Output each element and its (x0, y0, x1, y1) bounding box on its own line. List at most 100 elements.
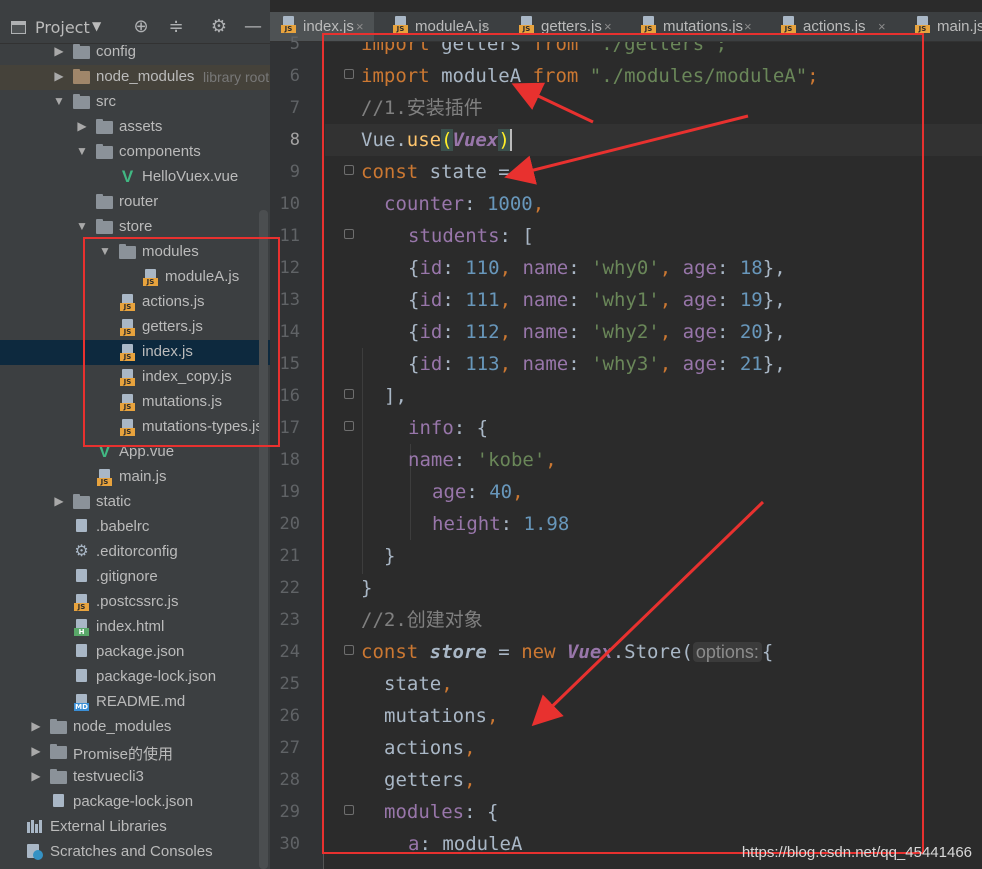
tree-item[interactable]: ▶ Promise的使用 (0, 740, 270, 765)
js-file-icon: JS (96, 469, 113, 486)
folder-icon (73, 94, 90, 109)
tree-item[interactable]: JS .postcssrc.js (0, 590, 270, 615)
tree-item[interactable]: MD README.md (0, 690, 270, 715)
fold-marker-icon[interactable] (344, 165, 354, 175)
js-file-icon: JS (392, 16, 409, 33)
tree-item[interactable]: Scratches and Consoles (0, 840, 270, 865)
collapsed-arrow-icon[interactable]: ▶ (52, 69, 66, 83)
tree-item[interactable]: ▼ src (0, 90, 270, 115)
tree-item-label: store (119, 218, 153, 235)
tree-item-label: package-lock.json (96, 668, 217, 685)
locate-target-icon[interactable]: ⊕ (130, 16, 152, 38)
line-number: 30 (279, 834, 300, 854)
close-tab-icon[interactable]: × (878, 19, 886, 34)
collapsed-arrow-icon[interactable]: ▶ (75, 119, 89, 133)
line-number: 23 (279, 610, 300, 630)
close-tab-icon[interactable]: × (604, 19, 612, 34)
tree-item[interactable]: JS main.js (0, 465, 270, 490)
tree-item-label: External Libraries (50, 818, 167, 835)
collapsed-arrow-icon[interactable]: ▶ (52, 494, 66, 508)
tree-item-label: package.json (96, 643, 185, 660)
config-file-icon (73, 519, 90, 536)
line-number: 9 (289, 162, 300, 182)
tree-item[interactable]: package-lock.json (0, 665, 270, 690)
close-tab-icon[interactable]: × (356, 19, 364, 34)
fold-marker-icon[interactable] (344, 389, 354, 399)
tree-item-label: Promise的使用 (73, 746, 174, 763)
expanded-arrow-icon[interactable]: ▼ (75, 219, 89, 233)
folder-icon (96, 144, 113, 159)
tree-item-label: node_modules (96, 68, 195, 85)
line-number: 22 (279, 578, 300, 598)
collapse-all-icon[interactable]: ≑ (165, 16, 187, 38)
tree-item[interactable]: ▶ assets (0, 115, 270, 140)
line-number: 24 (279, 642, 300, 662)
tree-item-label: package-lock.json (73, 793, 194, 810)
markdown-file-icon: MD (73, 694, 90, 711)
tree-item-label: index.html (96, 618, 165, 635)
tree-item[interactable]: ▶ node_modules library root (0, 65, 270, 90)
tree-item-label: src (96, 93, 116, 110)
tree-item[interactable]: ▶ node_modules (0, 715, 270, 740)
line-number: 28 (279, 770, 300, 790)
hide-panel-icon[interactable]: — (242, 16, 264, 38)
scratches-icon (27, 844, 43, 860)
gear-icon: ⚙ (74, 543, 89, 560)
js-file-icon: JS (73, 594, 90, 611)
tree-item[interactable]: package.json (0, 640, 270, 665)
fold-marker-icon[interactable] (344, 805, 354, 815)
tree-item[interactable]: ▶ static (0, 490, 270, 515)
tree-item-label: .gitignore (96, 568, 158, 585)
folder-icon (50, 769, 67, 784)
html-file-icon: H (73, 619, 90, 636)
tree-item-label: static (96, 493, 132, 510)
tree-item-label: assets (119, 118, 163, 135)
expanded-arrow-icon[interactable]: ▼ (75, 144, 89, 158)
fold-marker-icon[interactable] (344, 421, 354, 431)
collapsed-arrow-icon[interactable]: ▶ (29, 744, 43, 758)
collapsed-arrow-icon[interactable]: ▶ (52, 44, 66, 58)
tree-item[interactable]: V HelloVuex.vue (0, 165, 270, 190)
settings-gear-icon[interactable]: ⚙ (208, 16, 230, 38)
config-file-icon (50, 794, 67, 811)
folder-icon (96, 119, 113, 134)
fold-marker-icon[interactable] (344, 645, 354, 655)
folder-icon (50, 719, 67, 734)
tree-item[interactable]: External Libraries (0, 815, 270, 840)
config-file-icon (73, 669, 90, 686)
line-number: 18 (279, 450, 300, 470)
collapsed-arrow-icon[interactable]: ▶ (29, 769, 43, 783)
config-file-icon (73, 644, 90, 661)
project-view-selector[interactable]: Project (35, 18, 90, 37)
tree-item[interactable]: ▶ testvuecli3 (0, 765, 270, 790)
vue-file-icon: V (121, 167, 134, 186)
tree-item-label: .babelrc (96, 518, 150, 535)
tree-item[interactable]: package-lock.json (0, 790, 270, 815)
expanded-arrow-icon[interactable]: ▼ (52, 94, 66, 108)
tree-item[interactable]: ▶ config (0, 40, 270, 65)
folder-icon (96, 194, 113, 209)
js-file-icon: JS (780, 16, 797, 33)
folder-icon (73, 44, 90, 59)
tree-item[interactable]: ▼ components (0, 140, 270, 165)
tree-item-label: config (96, 43, 137, 60)
chevron-down-icon[interactable]: ▼ (92, 19, 101, 33)
tree-item[interactable]: .babelrc (0, 515, 270, 540)
collapsed-arrow-icon[interactable]: ▶ (29, 719, 43, 733)
line-number: 19 (279, 482, 300, 502)
close-tab-icon[interactable]: × (744, 19, 752, 34)
line-number: 8 (289, 130, 300, 150)
tree-item[interactable]: .gitignore (0, 565, 270, 590)
line-number: 5 (289, 34, 300, 54)
line-number: 29 (279, 802, 300, 822)
tree-item[interactable]: router (0, 190, 270, 215)
tree-item-label: HelloVuex.vue (142, 168, 239, 185)
fold-marker-icon[interactable] (344, 69, 354, 79)
fold-marker-icon[interactable] (344, 229, 354, 239)
tree-item-label: main.js (119, 468, 167, 485)
close-tab-icon[interactable]: × (482, 19, 490, 34)
folder-icon (73, 494, 90, 509)
tree-item[interactable]: ⚙ .editorconfig (0, 540, 270, 565)
config-file-icon (73, 569, 90, 586)
tree-item[interactable]: Hindex.html (0, 615, 270, 640)
